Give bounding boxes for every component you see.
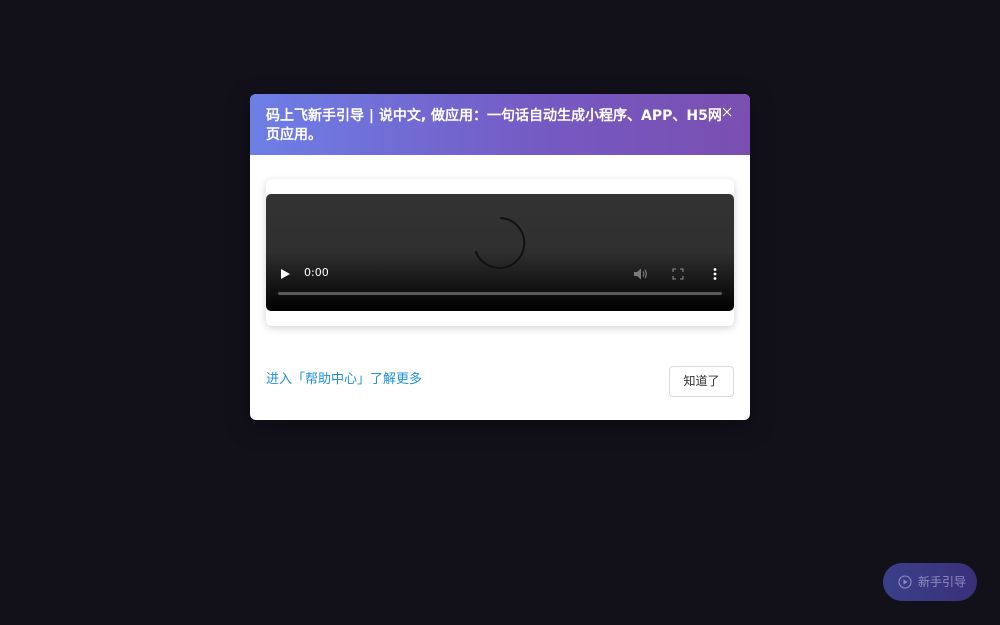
beginner-guide-button[interactable]: 新手引导 [883, 563, 977, 601]
video-progress-bar[interactable] [278, 292, 722, 295]
play-button[interactable] [278, 266, 292, 280]
video-current-time: 0:00 [304, 266, 329, 279]
help-center-link[interactable]: 进入「帮助中心」了解更多 [266, 371, 422, 389]
volume-icon [634, 268, 647, 280]
video-player[interactable]: 0:00 [266, 194, 734, 311]
play-icon [281, 269, 290, 279]
dialog-header: 码上飞新手引导 | 说中文, 做应用：一句话自动生成小程序、APP、H5网页应用… [250, 94, 750, 155]
loading-spinner-icon [475, 217, 526, 269]
dialog-title: 码上飞新手引导 | 说中文, 做应用：一句话自动生成小程序、APP、H5网页应用… [266, 108, 722, 143]
onboarding-dialog: 码上飞新手引导 | 说中文, 做应用：一句话自动生成小程序、APP、H5网页应用… [250, 94, 750, 420]
more-options-button[interactable] [709, 266, 721, 280]
fullscreen-icon [672, 268, 684, 280]
more-vertical-icon [713, 268, 717, 280]
play-circle-icon [898, 575, 912, 589]
volume-button[interactable] [633, 266, 649, 280]
got-it-button[interactable]: 知道了 [669, 366, 734, 397]
close-icon[interactable] [720, 106, 734, 120]
close-icon-glyph [722, 107, 732, 117]
beginner-guide-label: 新手引导 [918, 575, 967, 589]
fullscreen-button[interactable] [671, 266, 685, 280]
video-card: 0:00 [266, 179, 734, 326]
